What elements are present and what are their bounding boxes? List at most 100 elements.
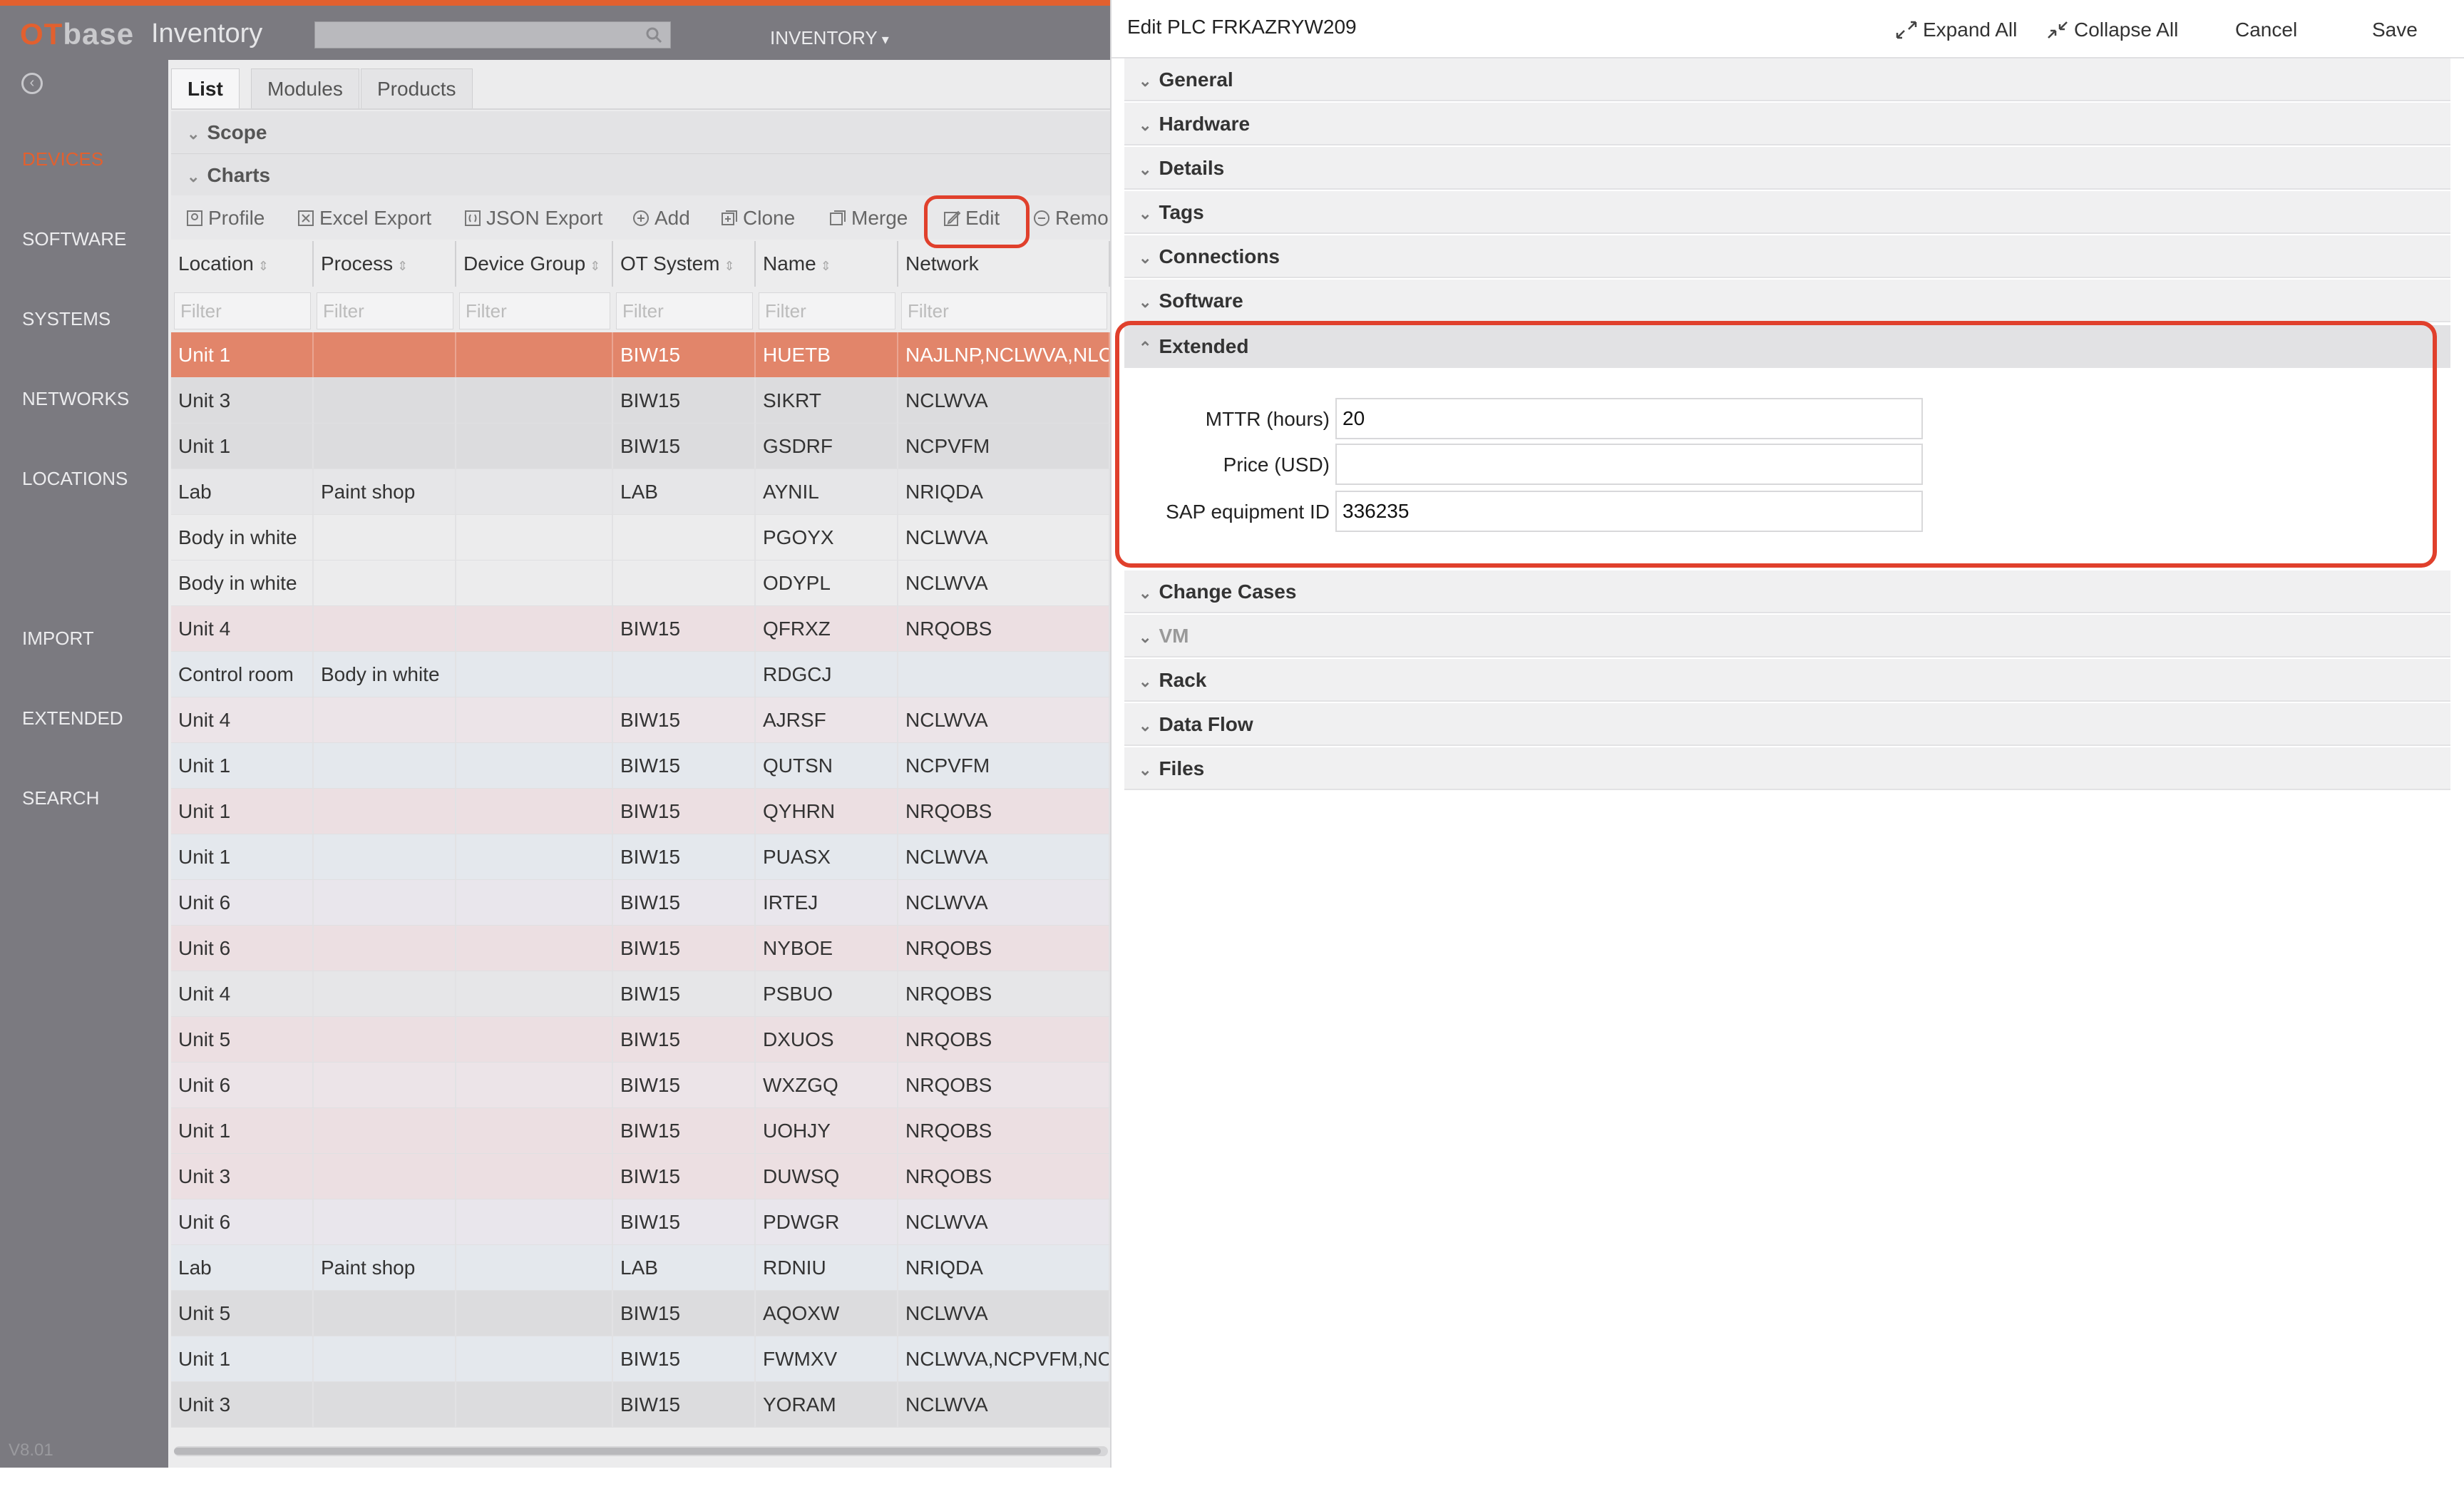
sidebar-item-systems[interactable]: SYSTEMS <box>22 308 111 330</box>
sort-icon[interactable]: ⇕ <box>397 259 408 273</box>
add-button[interactable]: Add <box>632 204 690 232</box>
sort-icon[interactable]: ⇕ <box>590 259 600 273</box>
table-row[interactable]: Unit 6 BIW15 NYBOE NRQOBS <box>171 926 1110 971</box>
excel-export-button[interactable]: Excel Export <box>297 204 431 232</box>
table-row[interactable]: Unit 1 BIW15 UOHJY NRQOBS <box>171 1108 1110 1154</box>
filter-input-name[interactable]: Filter <box>759 292 895 329</box>
column-header-process[interactable]: Process ⇕ <box>314 241 456 287</box>
tab-modules[interactable]: Modules <box>251 68 359 108</box>
table-row[interactable]: Unit 1 BIW15 QYHRN NRQOBS <box>171 789 1110 834</box>
cell-process: Body in white <box>314 652 456 697</box>
horizontal-scrollbar[interactable] <box>174 1446 1108 1456</box>
search-icon[interactable] <box>645 26 663 44</box>
filter-input-network[interactable]: Filter <box>901 292 1107 329</box>
table-row[interactable]: Unit 4 BIW15 AJRSF NCLWVA <box>171 697 1110 743</box>
column-header-name[interactable]: Name ⇕ <box>756 241 898 287</box>
column-header-location[interactable]: Location ⇕ <box>171 241 314 287</box>
cell-location: Unit 1 <box>171 789 314 834</box>
section-vm[interactable]: ⌄ VM <box>1124 615 2450 657</box>
sidebar-item-extended[interactable]: EXTENDED <box>22 707 123 730</box>
sidebar-item-import[interactable]: IMPORT <box>22 628 94 650</box>
column-header-ot-system[interactable]: OT System ⇕ <box>613 241 756 287</box>
profile-button[interactable]: Profile <box>185 204 265 232</box>
table-row[interactable]: Body in white ODYPL NCLWVA <box>171 561 1110 606</box>
sort-icon[interactable]: ⇕ <box>258 259 269 273</box>
double-chevron-down-icon: ⌄ <box>1139 205 1152 222</box>
expand-all-button[interactable]: Expand All <box>1894 19 2017 41</box>
sidebar-item-search[interactable]: SEARCH <box>22 787 99 809</box>
table-row[interactable]: Unit 1 BIW15 QUTSN NCPVFM <box>171 743 1110 789</box>
inventory-menu[interactable]: INVENTORY ▾ <box>770 27 889 49</box>
sidebar-item-networks[interactable]: NETWORKS <box>22 388 129 410</box>
table-row[interactable]: Unit 6 BIW15 WXZGQ NRQOBS <box>171 1063 1110 1108</box>
charts-section[interactable]: ⌄ Charts <box>171 154 1110 197</box>
table-row[interactable]: Unit 3 BIW15 SIKRT NCLWVA <box>171 378 1110 424</box>
cell-location: Unit 5 <box>171 1291 314 1336</box>
clone-button[interactable]: Clone <box>720 204 795 232</box>
table-row[interactable]: Lab Paint shop LAB RDNIU NRIQDA <box>171 1245 1110 1291</box>
table-row[interactable]: Lab Paint shop LAB AYNIL NRIQDA <box>171 469 1110 515</box>
scrollbar-thumb[interactable] <box>174 1448 1101 1455</box>
table-row[interactable]: Unit 1 BIW15 GSDRF NCPVFM <box>171 424 1110 469</box>
table-row[interactable]: Unit 4 BIW15 QFRXZ NRQOBS <box>171 606 1110 652</box>
section-general[interactable]: ⌄ General <box>1124 58 2450 101</box>
cell-name: PGOYX <box>756 515 898 560</box>
sort-icon[interactable]: ⇕ <box>821 259 831 273</box>
filter-input-process[interactable]: Filter <box>317 292 453 329</box>
cell-name: DUWSQ <box>756 1154 898 1199</box>
section-details[interactable]: ⌄ Details <box>1124 147 2450 190</box>
section-software[interactable]: ⌄ Software <box>1124 280 2450 322</box>
back-icon[interactable]: ‹ <box>21 73 43 94</box>
cell-ot-system: BIW15 <box>613 789 756 834</box>
cell-name: AJRSF <box>756 697 898 742</box>
section-files[interactable]: ⌄ Files <box>1124 747 2450 790</box>
table-row[interactable]: Unit 6 BIW15 IRTEJ NCLWVA <box>171 880 1110 926</box>
sort-icon[interactable]: ⇕ <box>724 259 735 273</box>
column-header-device-group[interactable]: Device Group ⇕ <box>456 241 613 287</box>
table-row[interactable]: Unit 5 BIW15 DXUOS NRQOBS <box>171 1017 1110 1063</box>
json-export-button[interactable]: JSON Export <box>463 204 602 232</box>
filter-input-location[interactable]: Filter <box>174 292 311 329</box>
table-row[interactable]: Unit 1 BIW15 FWMXV NCLWVA,NCPVFM,NC <box>171 1336 1110 1382</box>
search-input[interactable] <box>314 21 671 48</box>
json-icon <box>465 210 481 226</box>
merge-button[interactable]: Merge <box>828 204 908 232</box>
table-row[interactable]: Unit 1 BIW15 PUASX NCLWVA <box>171 834 1110 880</box>
filter-input-ot-system[interactable]: Filter <box>616 292 753 329</box>
cell-ot-system: BIW15 <box>613 1108 756 1153</box>
table-row[interactable]: Unit 3 BIW15 YORAM NCLWVA <box>171 1382 1110 1428</box>
section-change-cases[interactable]: ⌄ Change Cases <box>1124 570 2450 613</box>
remove-button[interactable]: Remo <box>1032 204 1109 232</box>
sidebar-item-locations[interactable]: LOCATIONS <box>22 468 128 490</box>
otbase-logo[interactable]: OTbase <box>20 17 134 51</box>
sidebar-item-devices[interactable]: DEVICES <box>22 148 103 170</box>
section-tags[interactable]: ⌄ Tags <box>1124 191 2450 234</box>
cell-ot-system: BIW15 <box>613 697 756 742</box>
cell-process <box>314 1108 456 1153</box>
cell-network: NCLWVA <box>898 834 1110 879</box>
cancel-button[interactable]: Cancel <box>2235 19 2297 41</box>
table-row[interactable]: Unit 5 BIW15 AQOXW NCLWVA <box>171 1291 1110 1336</box>
table-row[interactable]: Unit 3 BIW15 DUWSQ NRQOBS <box>171 1154 1110 1199</box>
save-button[interactable]: Save <box>2372 19 2418 41</box>
section-rack[interactable]: ⌄ Rack <box>1124 659 2450 702</box>
collapse-all-button[interactable]: Collapse All <box>2045 19 2178 41</box>
tab-list[interactable]: List <box>171 68 240 108</box>
table-row[interactable]: Body in white PGOYX NCLWVA <box>171 515 1110 561</box>
section-hardware[interactable]: ⌄ Hardware <box>1124 103 2450 145</box>
cell-device-group <box>456 971 613 1016</box>
section-connections[interactable]: ⌄ Connections <box>1124 235 2450 278</box>
table-row[interactable]: Unit 4 BIW15 PSBUO NRQOBS <box>171 971 1110 1017</box>
table-row[interactable]: Control room Body in white RDGCJ <box>171 652 1110 697</box>
cell-device-group <box>456 515 613 560</box>
sidebar-item-software[interactable]: SOFTWARE <box>22 228 126 250</box>
cell-network: NRQOBS <box>898 926 1110 971</box>
scope-section[interactable]: ⌄ Scope <box>171 111 1110 154</box>
section-data-flow[interactable]: ⌄ Data Flow <box>1124 703 2450 746</box>
table-row[interactable]: Unit 1 BIW15 HUETB NAJLNP,NCLWVA,NLC <box>171 332 1110 378</box>
cell-ot-system: BIW15 <box>613 332 756 377</box>
table-row[interactable]: Unit 6 BIW15 PDWGR NCLWVA <box>171 1199 1110 1245</box>
filter-input-device-group[interactable]: Filter <box>459 292 610 329</box>
tab-products[interactable]: Products <box>361 68 473 108</box>
cell-ot-system: BIW15 <box>613 743 756 788</box>
